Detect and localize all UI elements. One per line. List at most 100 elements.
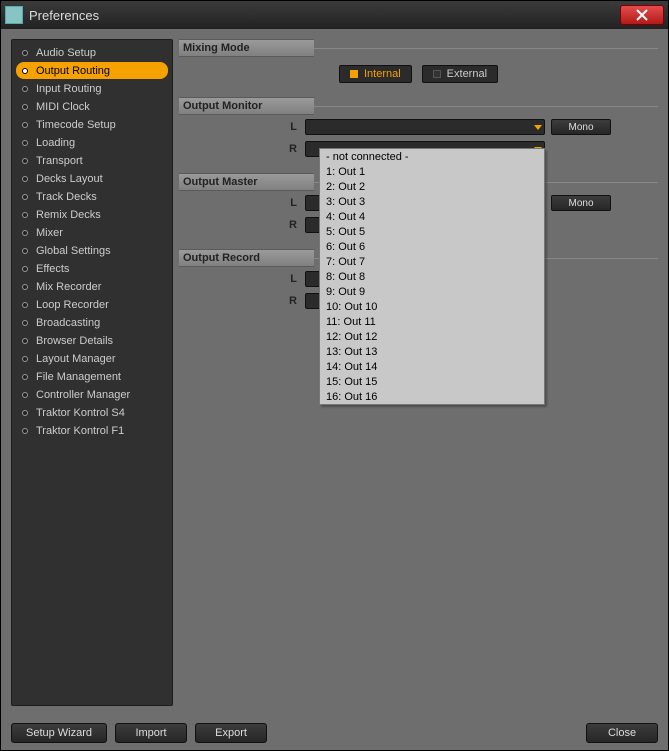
sidebar-item-timecode-setup[interactable]: Timecode Setup bbox=[16, 116, 168, 133]
chevron-down-icon bbox=[534, 125, 542, 130]
output-record-r-label: R bbox=[179, 295, 299, 307]
sidebar-item-input-routing[interactable]: Input Routing bbox=[16, 80, 168, 97]
sidebar-item-label: Decks Layout bbox=[36, 173, 103, 185]
bullet-icon bbox=[20, 138, 30, 148]
mixing-mode-section: Mixing Mode Internal External bbox=[179, 39, 658, 83]
sidebar-item-loop-recorder[interactable]: Loop Recorder bbox=[16, 296, 168, 313]
bullet-icon bbox=[20, 408, 30, 418]
footer: Setup Wizard Import Export Close bbox=[1, 716, 668, 750]
dropdown-option[interactable]: 2: Out 2 bbox=[320, 179, 544, 194]
bullet-icon bbox=[20, 390, 30, 400]
sidebar-item-label: Effects bbox=[36, 263, 69, 275]
mixing-mode-internal-radio[interactable]: Internal bbox=[339, 65, 412, 83]
dropdown-option[interactable]: 13: Out 13 bbox=[320, 344, 544, 359]
bullet-icon bbox=[20, 300, 30, 310]
sidebar-item-controller-manager[interactable]: Controller Manager bbox=[16, 386, 168, 403]
dropdown-option[interactable]: 8: Out 8 bbox=[320, 269, 544, 284]
sidebar-item-label: Track Decks bbox=[36, 191, 97, 203]
sidebar-item-traktor-kontrol-f1[interactable]: Traktor Kontrol F1 bbox=[16, 422, 168, 439]
dropdown-option[interactable]: 15: Out 15 bbox=[320, 374, 544, 389]
import-button[interactable]: Import bbox=[115, 723, 187, 743]
sidebar-item-mixer[interactable]: Mixer bbox=[16, 224, 168, 241]
sidebar-item-label: Global Settings bbox=[36, 245, 111, 257]
sidebar-item-effects[interactable]: Effects bbox=[16, 260, 168, 277]
sidebar-item-label: Traktor Kontrol F1 bbox=[36, 425, 124, 437]
sidebar-item-decks-layout[interactable]: Decks Layout bbox=[16, 170, 168, 187]
output-monitor-mono-button[interactable]: Mono bbox=[551, 119, 611, 135]
sidebar-item-label: Mixer bbox=[36, 227, 63, 239]
bullet-icon bbox=[20, 66, 30, 76]
sidebar-item-label: Timecode Setup bbox=[36, 119, 116, 131]
sidebar-item-label: Broadcasting bbox=[36, 317, 100, 329]
radio-box-icon bbox=[350, 70, 358, 78]
output-record-l-label: L bbox=[179, 273, 299, 285]
sidebar-item-midi-clock[interactable]: MIDI Clock bbox=[16, 98, 168, 115]
output-master-r-label: R bbox=[179, 219, 299, 231]
sidebar-item-file-management[interactable]: File Management bbox=[16, 368, 168, 385]
output-monitor-header: Output Monitor bbox=[179, 97, 314, 115]
preferences-sidebar: Audio Setup Output Routing Input RoutingMI… bbox=[11, 39, 173, 706]
sidebar-item-audio-setup[interactable]: Audio Setup bbox=[16, 44, 168, 61]
app-icon bbox=[5, 6, 23, 24]
dropdown-option[interactable]: 4: Out 4 bbox=[320, 209, 544, 224]
bullet-icon bbox=[20, 120, 30, 130]
window-close-button[interactable] bbox=[620, 5, 664, 25]
dropdown-option[interactable]: 9: Out 9 bbox=[320, 284, 544, 299]
sidebar-item-transport[interactable]: Transport bbox=[16, 152, 168, 169]
sidebar-item-track-decks[interactable]: Track Decks bbox=[16, 188, 168, 205]
output-record-header: Output Record bbox=[179, 249, 314, 267]
dropdown-option[interactable]: 16: Out 16 bbox=[320, 389, 544, 404]
preferences-window: Preferences Audio Setup Output Routing Inp… bbox=[0, 0, 669, 751]
bullet-icon bbox=[20, 174, 30, 184]
output-monitor-r-label: R bbox=[179, 143, 299, 155]
dropdown-option[interactable]: 10: Out 10 bbox=[320, 299, 544, 314]
dropdown-option[interactable]: 6: Out 6 bbox=[320, 239, 544, 254]
output-master-mono-button[interactable]: Mono bbox=[551, 195, 611, 211]
close-button[interactable]: Close bbox=[586, 723, 658, 743]
sidebar-item-remix-decks[interactable]: Remix Decks bbox=[16, 206, 168, 223]
dropdown-option[interactable]: 12: Out 12 bbox=[320, 329, 544, 344]
bullet-icon bbox=[20, 264, 30, 274]
setup-wizard-button[interactable]: Setup Wizard bbox=[11, 723, 107, 743]
output-monitor-l-dropdown[interactable] bbox=[305, 119, 545, 135]
sidebar-item-label: Audio Setup bbox=[36, 47, 96, 59]
sidebar-item-output-routing[interactable]: Output Routing bbox=[16, 62, 168, 79]
sidebar-item-label: Output Routing bbox=[36, 65, 110, 77]
sidebar-item-loading[interactable]: Loading bbox=[16, 134, 168, 151]
sidebar-item-label: Mix Recorder bbox=[36, 281, 101, 293]
output-monitor-l-label: L bbox=[179, 121, 299, 133]
dropdown-option[interactable]: 5: Out 5 bbox=[320, 224, 544, 239]
output-dropdown-list[interactable]: - not connected -1: Out 12: Out 23: Out … bbox=[319, 148, 545, 405]
dropdown-option[interactable]: - not connected - bbox=[320, 149, 544, 164]
sidebar-item-layout-manager[interactable]: Layout Manager bbox=[16, 350, 168, 367]
mixing-mode-internal-label: Internal bbox=[364, 68, 401, 80]
section-rule bbox=[314, 48, 658, 49]
bullet-icon bbox=[20, 246, 30, 256]
dropdown-option[interactable]: 3: Out 3 bbox=[320, 194, 544, 209]
bullet-icon bbox=[20, 192, 30, 202]
section-rule bbox=[314, 106, 658, 107]
sidebar-item-browser-details[interactable]: Browser Details bbox=[16, 332, 168, 349]
sidebar-item-mix-recorder[interactable]: Mix Recorder bbox=[16, 278, 168, 295]
sidebar-item-label: Transport bbox=[36, 155, 83, 167]
sidebar-item-label: File Management bbox=[36, 371, 121, 383]
sidebar-item-traktor-kontrol-s4[interactable]: Traktor Kontrol S4 bbox=[16, 404, 168, 421]
dropdown-option[interactable]: 7: Out 7 bbox=[320, 254, 544, 269]
sidebar-item-broadcasting[interactable]: Broadcasting bbox=[16, 314, 168, 331]
sidebar-item-label: Traktor Kontrol S4 bbox=[36, 407, 125, 419]
window-title: Preferences bbox=[29, 8, 620, 23]
dropdown-option[interactable]: 1: Out 1 bbox=[320, 164, 544, 179]
sidebar-item-label: Layout Manager bbox=[36, 353, 116, 365]
output-master-header: Output Master bbox=[179, 173, 314, 191]
output-master-l-label: L bbox=[179, 197, 299, 209]
bullet-icon bbox=[20, 210, 30, 220]
sidebar-item-global-settings[interactable]: Global Settings bbox=[16, 242, 168, 259]
mixing-mode-external-radio[interactable]: External bbox=[422, 65, 498, 83]
bullet-icon bbox=[20, 228, 30, 238]
bullet-icon bbox=[20, 426, 30, 436]
radio-box-icon bbox=[433, 70, 441, 78]
export-button[interactable]: Export bbox=[195, 723, 267, 743]
bullet-icon bbox=[20, 372, 30, 382]
dropdown-option[interactable]: 14: Out 14 bbox=[320, 359, 544, 374]
dropdown-option[interactable]: 11: Out 11 bbox=[320, 314, 544, 329]
